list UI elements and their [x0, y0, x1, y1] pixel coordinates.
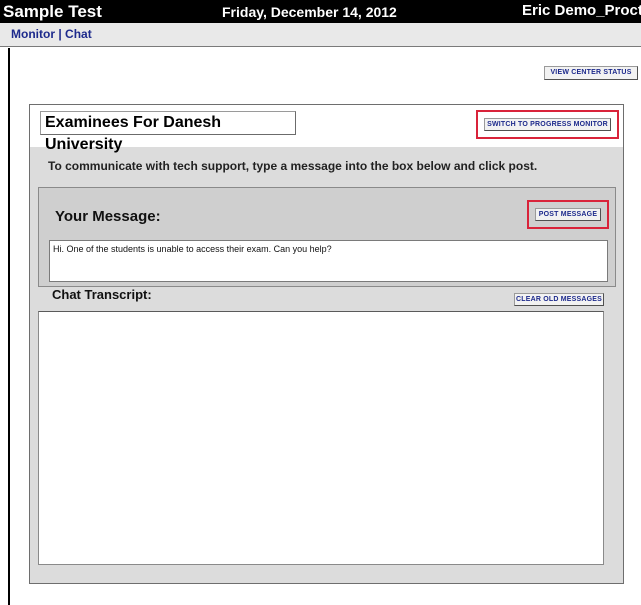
nav-links: Monitor | Chat — [11, 27, 92, 41]
your-message-label: Your Message: — [55, 208, 161, 225]
top-bar: Sample Test Friday, December 14, 2012 Er… — [0, 0, 641, 23]
nav-link-chat[interactable]: Chat — [65, 27, 92, 41]
message-area: Your Message: POST MESSAGE Hi. One of th… — [38, 187, 616, 287]
instructions-text: To communicate with tech support, type a… — [48, 159, 538, 173]
app-title: Sample Test — [3, 2, 102, 21]
chat-transcript-box[interactable] — [38, 311, 604, 565]
message-input[interactable]: Hi. One of the students is unable to acc… — [49, 240, 608, 282]
nav-link-monitor[interactable]: Monitor — [11, 27, 55, 41]
panel-title: Examinees For Danesh University — [40, 111, 296, 153]
app-window: Sample Test Friday, December 14, 2012 Er… — [0, 0, 641, 605]
switch-button-highlight: SWITCH TO PROGRESS MONITOR — [476, 110, 619, 139]
current-date: Friday, December 14, 2012 — [222, 4, 397, 20]
post-button-highlight: POST MESSAGE — [527, 200, 609, 229]
chat-transcript-label: Chat Transcript: — [52, 287, 152, 302]
nav-separator: | — [55, 27, 66, 41]
switch-to-progress-monitor-button[interactable]: SWITCH TO PROGRESS MONITOR — [484, 118, 611, 131]
examinees-panel: Examinees For Danesh University SWITCH T… — [29, 104, 624, 584]
post-message-button[interactable]: POST MESSAGE — [535, 208, 601, 221]
clear-old-messages-button[interactable]: CLEAR OLD MESSAGES — [514, 293, 604, 306]
nav-bar: Monitor | Chat — [0, 23, 641, 47]
panel-header: Examinees For Danesh University SWITCH T… — [30, 105, 623, 153]
view-center-status-button[interactable]: VIEW CENTER STATUS — [544, 66, 638, 80]
user-name: Eric Demo_Proctor — [522, 2, 641, 19]
